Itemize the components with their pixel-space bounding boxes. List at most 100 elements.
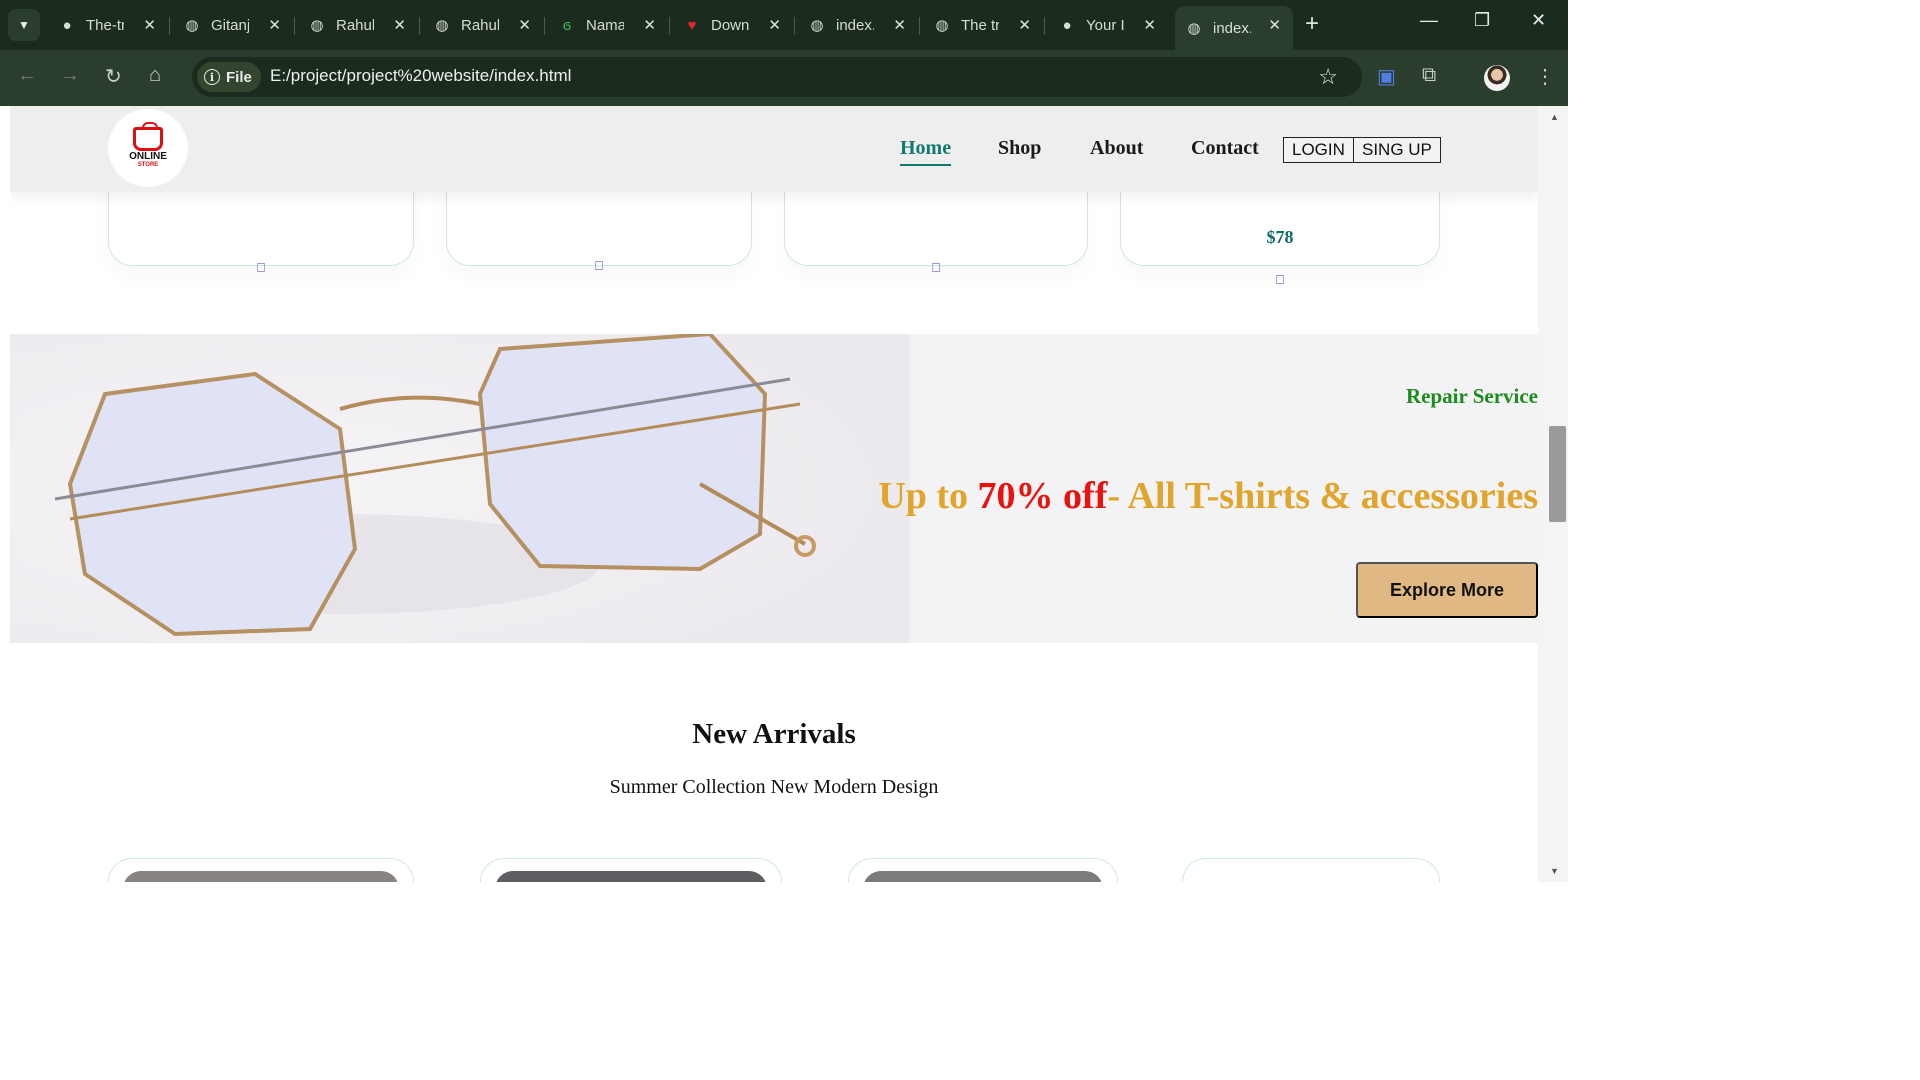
tab-10-active[interactable]: ◍ index. ✕ <box>1175 6 1293 50</box>
close-icon[interactable]: ✕ <box>643 16 656 34</box>
tab-separator <box>419 17 420 35</box>
url-text[interactable]: E:/project/project%20website/index.html <box>270 66 571 86</box>
tab-title: Down <box>711 16 749 34</box>
tab-title: index. <box>1213 19 1251 37</box>
scroll-down-icon[interactable]: ▼ <box>1550 866 1559 876</box>
tab-separator <box>169 17 170 35</box>
forward-icon[interactable]: → <box>60 64 80 87</box>
window-close-icon[interactable]: ✕ <box>1531 10 1546 31</box>
github-icon: ● <box>1062 16 1072 34</box>
close-icon[interactable]: ✕ <box>518 16 531 34</box>
login-button[interactable]: LOGIN <box>1283 137 1354 163</box>
extension-app-icon[interactable]: ▣ <box>1377 64 1396 89</box>
extensions-puzzle-icon[interactable]: ⧉ <box>1422 64 1436 87</box>
minimize-icon[interactable]: — <box>1420 10 1438 31</box>
cart-icon[interactable]: ⎕ <box>257 261 265 276</box>
banner-kicker: Repair Service <box>1406 384 1538 408</box>
restore-icon[interactable]: ❐ <box>1474 10 1490 31</box>
info-icon: i <box>204 69 220 85</box>
scroll-up-icon[interactable]: ▲ <box>1550 112 1559 122</box>
close-icon[interactable]: ✕ <box>143 16 156 34</box>
close-icon[interactable]: ✕ <box>1018 16 1031 34</box>
nav-shop[interactable]: Shop <box>998 137 1041 160</box>
nav-contact[interactable]: Contact <box>1191 137 1259 160</box>
bookmark-star-icon[interactable]: ☆ <box>1318 64 1338 90</box>
promo-prefix: Up to <box>878 475 978 517</box>
tab-title: Your I <box>1086 16 1124 34</box>
profile-avatar[interactable] <box>1484 65 1510 91</box>
site-header: ONLINE STORE Home Shop About Contact LOG… <box>10 106 1538 192</box>
tab-2[interactable]: ◍ Gitanj ✕ <box>173 6 295 44</box>
tab-1[interactable]: ● The-tr ✕ <box>48 6 170 44</box>
nav-home[interactable]: Home <box>900 137 952 166</box>
section-title: New Arrivals <box>692 718 856 750</box>
explore-more-button[interactable]: Explore More <box>1356 562 1538 618</box>
close-icon[interactable]: ✕ <box>893 16 906 34</box>
promo-discount: 70% off <box>977 475 1108 517</box>
tab-separator <box>544 17 545 35</box>
site-info-chip[interactable]: i File <box>197 62 261 92</box>
tab-title: Rahul <box>336 16 374 34</box>
tab-9[interactable]: ● Your I ✕ <box>1048 6 1168 44</box>
web-page: ⎕ ⎕ ⎕ $78 ⎕ ONLINE STORE Home Shop About… <box>10 106 1538 882</box>
browser-tab-strip: ▼ ● The-tr ✕ ◍ Gitanj ✕ ◍ Rahul ✕ ◍ Rahu… <box>0 0 1568 50</box>
menu-kebab-icon[interactable]: ⋮ <box>1535 64 1555 89</box>
product-card[interactable] <box>848 858 1118 882</box>
tab-title: Gitanj <box>211 16 249 34</box>
tab-6[interactable]: ♥ Down ✕ <box>673 6 795 44</box>
signup-button[interactable]: SING UP <box>1353 137 1441 163</box>
cart-icon[interactable]: ⎕ <box>1276 273 1284 288</box>
tab-8[interactable]: ◍ The tr ✕ <box>923 6 1045 44</box>
home-icon[interactable]: ⌂ <box>149 64 161 87</box>
site-info-label: File <box>226 68 252 86</box>
product-card[interactable] <box>108 858 414 882</box>
eyeglasses-image <box>10 334 910 643</box>
tab-separator <box>1044 17 1045 35</box>
close-icon[interactable]: ✕ <box>393 16 406 34</box>
cart-icon[interactable]: ⎕ <box>932 261 940 276</box>
product-image <box>495 871 767 882</box>
tab-7[interactable]: ◍ index. ✕ <box>798 6 920 44</box>
heart-icon: ♥ <box>687 16 697 34</box>
nav-about[interactable]: About <box>1090 137 1143 160</box>
product-image <box>123 871 399 882</box>
address-bar[interactable]: i File E:/project/project%20website/inde… <box>192 57 1362 97</box>
browser-toolbar: ← → ↻ ⌂ i File E:/project/project%20webs… <box>0 50 1568 106</box>
globe-icon: ◍ <box>810 17 824 34</box>
tab-separator <box>294 17 295 35</box>
new-tab-button[interactable]: + <box>1305 11 1319 37</box>
store-logo[interactable]: ONLINE STORE <box>108 109 188 187</box>
tab-4[interactable]: ◍ Rahul ✕ <box>423 6 545 44</box>
globe-icon: ◍ <box>935 17 949 34</box>
tab-title: The-tr <box>86 16 124 34</box>
section-subtitle: Summer Collection New Modern Design <box>609 776 939 798</box>
tab-5[interactable]: ϭ Nama ✕ <box>548 6 670 44</box>
tab-3[interactable]: ◍ Rahul ✕ <box>298 6 420 44</box>
tab-separator <box>919 17 920 35</box>
page-scrollbar[interactable]: ▲ ▼ <box>1538 106 1568 882</box>
close-icon[interactable]: ✕ <box>268 16 281 34</box>
leaf-icon: ϭ <box>562 16 572 34</box>
globe-icon: ◍ <box>310 17 324 34</box>
back-icon[interactable]: ← <box>17 64 37 87</box>
tab-separator <box>794 17 795 35</box>
product-card[interactable] <box>1182 858 1440 882</box>
close-icon[interactable]: ✕ <box>768 16 781 34</box>
product-image <box>1197 871 1425 882</box>
product-card[interactable] <box>480 858 782 882</box>
close-icon[interactable]: ✕ <box>1268 16 1281 34</box>
tab-title: Nama <box>586 16 624 34</box>
tab-title: The tr <box>961 16 999 34</box>
shopping-bag-icon <box>133 122 163 151</box>
globe-icon: ◍ <box>185 17 199 34</box>
logo-text-online: ONLINE <box>129 151 167 162</box>
chevron-down-icon: ▼ <box>18 18 30 32</box>
reload-icon[interactable]: ↻ <box>105 64 122 89</box>
cart-icon[interactable]: ⎕ <box>595 259 603 274</box>
close-icon[interactable]: ✕ <box>1143 16 1156 34</box>
tab-search-button[interactable]: ▼ <box>8 9 40 41</box>
tab-title: index. <box>836 16 874 34</box>
scrollbar-thumb[interactable] <box>1549 426 1566 522</box>
product-image <box>863 871 1103 882</box>
promo-suffix: - All T-shirts & accessories <box>1107 475 1538 517</box>
